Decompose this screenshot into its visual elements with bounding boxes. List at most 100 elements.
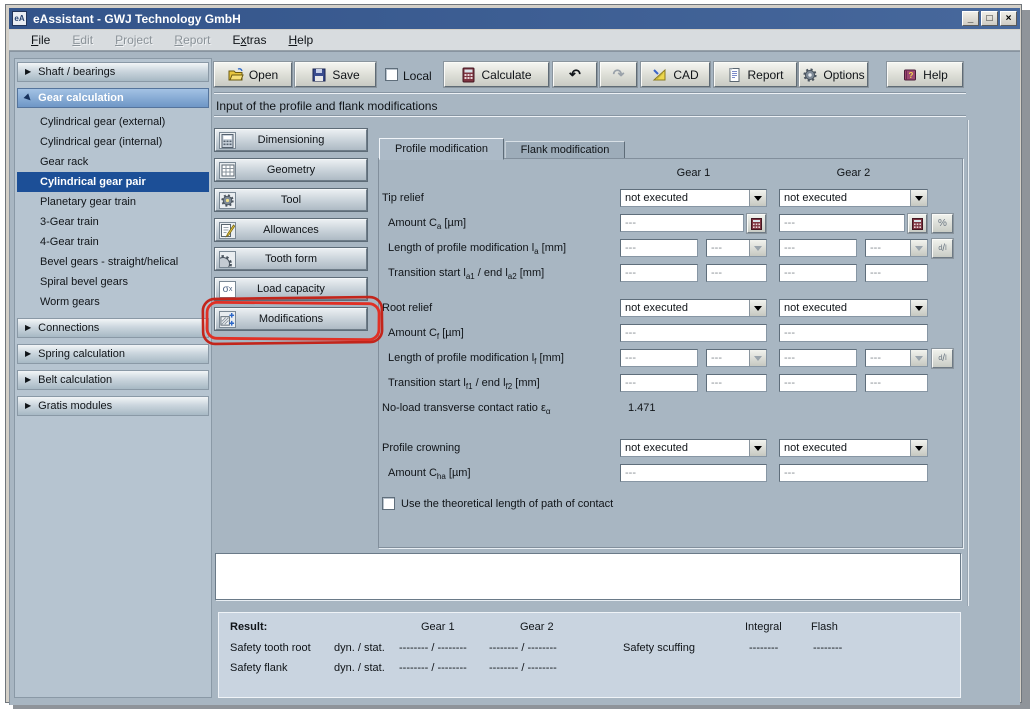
expanded-arrow-icon: ▶ [23,93,33,103]
tree-item-bevel-gears[interactable]: Bevel gears - straight/helical [17,252,209,272]
tree-item-cylindrical-gear-pair[interactable]: Cylindrical gear pair [17,172,209,192]
tree-section-label: Gratis modules [38,400,112,412]
tree-section-belt-calculation[interactable]: ▶ Belt calculation [17,370,209,390]
dimensioning-button[interactable]: Dimensioning [215,129,367,151]
menu-edit-text2: dit [80,33,93,47]
menu-report-key: R [174,33,183,47]
load-capacity-button[interactable]: σx Load capacity [215,278,367,300]
tree-section-gear-calculation[interactable]: ▶ Gear calculation [17,88,209,108]
report-button[interactable]: Report [714,62,797,87]
help-label: Help [923,68,948,82]
result-gear2-header: Gear 2 [520,621,554,633]
load-capacity-label: Load capacity [257,283,325,295]
app-icon: eA [12,11,27,26]
tooth-form-button[interactable]: Tooth form [215,248,367,270]
undo-button[interactable]: ↶ [553,62,597,87]
options-label: Options [823,68,864,82]
tree-section-gratis-modules[interactable]: ▶ Gratis modules [17,396,209,416]
allowances-label: Allowances [263,224,319,236]
local-checkbox[interactable] [385,68,398,81]
result-panel: Result: Gear 1 Gear 2 Integral Flash Saf… [218,612,961,698]
report-label: Report [747,68,783,82]
tree-section-shaft-bearings[interactable]: ▶ Shaft / bearings [17,62,209,82]
tree-section-label: Gear calculation [38,92,124,104]
menu-report-text2: eport [183,33,210,47]
menu-edit: Edit [64,31,101,49]
tree-section-label: Shaft / bearings [38,66,115,78]
collapsed-arrow-icon: ▶ [25,350,31,358]
window-controls: _ □ × [960,11,1017,26]
tooth-form-icon [219,251,236,268]
calculate-button[interactable]: Calculate [444,62,549,87]
menu-project-key: P [115,33,123,47]
tree-section-spring-calculation[interactable]: ▶ Spring calculation [17,344,209,364]
help-book-icon: ? [902,67,918,83]
maximize-button[interactable]: □ [981,11,998,26]
allowances-button[interactable]: Allowances [215,219,367,241]
profile-modification-panel [378,158,963,548]
menu-extras[interactable]: Extras [224,31,274,49]
calculate-label: Calculate [481,68,531,82]
tree-item-3-gear-train[interactable]: 3-Gear train [17,212,209,232]
tree-item-4-gear-train[interactable]: 4-Gear train [17,232,209,252]
modifications-label: Modifications [259,313,323,325]
tool-button[interactable]: Tool [215,189,367,211]
minimize-button[interactable]: _ [962,11,979,26]
tree-item-worm-gears[interactable]: Worm gears [17,292,209,312]
cad-icon [652,67,668,83]
tab-label: Profile modification [395,143,488,155]
tree-section-connections[interactable]: ▶ Connections [17,318,209,338]
options-tools-icon [802,67,818,83]
menu-help[interactable]: Help [280,31,321,49]
dimensioning-label: Dimensioning [258,134,325,146]
window-title: eAssistant - GWJ Technology GmbH [33,12,241,26]
collapsed-arrow-icon: ▶ [25,376,31,384]
options-button[interactable]: Options [799,62,868,87]
status-divider [214,115,966,117]
geometry-button[interactable]: Geometry [215,159,367,181]
menu-bar: File Edit Project Report Extras Help [9,30,1020,51]
menu-help-text2: elp [297,33,313,47]
safety-scuffing-flash-value: -------- [813,642,842,654]
geometry-icon [219,162,236,179]
safety-tooth-root-mode: dyn. / stat. [334,642,385,654]
menu-report: Report [166,31,218,49]
dimensioning-icon [219,132,236,149]
tree-item-cylindrical-gear-external[interactable]: Cylindrical gear (external) [17,112,209,132]
status-text: Input of the profile and flank modificat… [216,99,437,113]
result-flash-header: Flash [811,621,838,633]
close-button[interactable]: × [1000,11,1017,26]
safety-tooth-root-gear2-value: -------- / -------- [489,642,557,654]
tree-item-spiral-bevel-gears[interactable]: Spiral bevel gears [17,272,209,292]
tree-item-gear-rack[interactable]: Gear rack [17,152,209,172]
content-divider [967,120,969,606]
menu-help-key: H [288,33,297,47]
help-button[interactable]: ? Help [887,62,963,87]
result-gear1-header: Gear 1 [421,621,455,633]
redo-button: ↷ [600,62,637,87]
tree-item-planetary-gear-train[interactable]: Planetary gear train [17,192,209,212]
open-button[interactable]: Open [214,62,292,87]
geometry-label: Geometry [267,164,315,176]
safety-flank-label: Safety flank [230,662,287,674]
toolbar-divider [214,92,966,94]
tab-profile-modification[interactable]: Profile modification [379,138,504,160]
local-label: Local [403,69,432,83]
tree-item-cylindrical-gear-internal[interactable]: Cylindrical gear (internal) [17,132,209,152]
message-box [215,553,961,600]
modifications-icon [219,311,236,328]
cad-button[interactable]: CAD [641,62,710,87]
tooth-form-label: Tooth form [265,253,317,265]
result-title: Result: [230,621,267,633]
save-disk-icon [311,67,327,83]
report-document-icon [727,67,742,83]
safety-tooth-root-label: Safety tooth root [230,642,311,654]
modifications-button[interactable]: Modifications [215,308,367,330]
save-button[interactable]: Save [295,62,376,87]
title-bar: eA eAssistant - GWJ Technology GmbH _ □ … [9,8,1020,29]
menu-file[interactable]: File [23,31,58,49]
menu-extras-text2: tras [246,33,266,47]
tab-flank-modification[interactable]: Flank modification [505,141,625,159]
cad-label: CAD [673,68,698,82]
collapsed-arrow-icon: ▶ [25,402,31,410]
